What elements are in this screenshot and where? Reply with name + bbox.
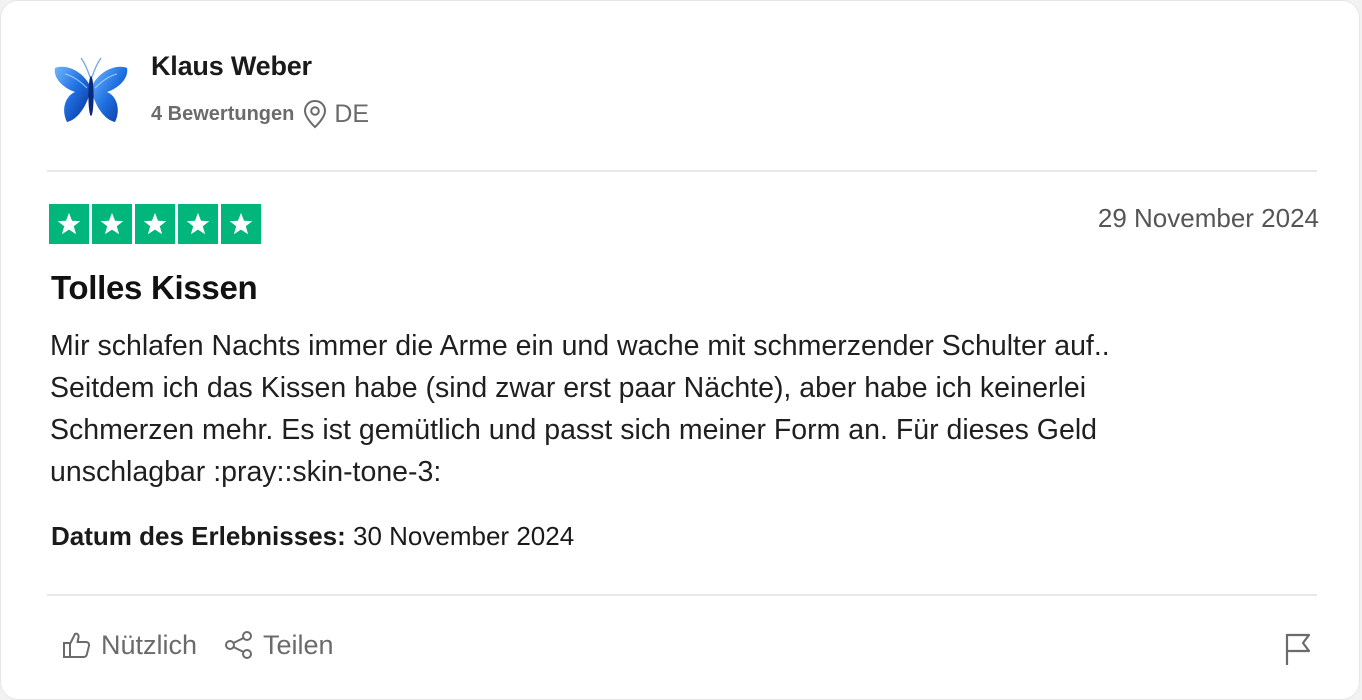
thumbs-up-icon — [61, 629, 93, 661]
review-actions: Nützlich Teilen — [61, 629, 360, 661]
review-count: 4 Bewertungen — [151, 102, 295, 125]
star-rating — [49, 204, 261, 244]
review-title: Tolles Kissen — [51, 269, 258, 306]
review-body: Mir schlafen Nachts immer die Arme ein u… — [50, 330, 1110, 488]
useful-label: Nützlich — [101, 629, 198, 660]
share-label: Teilen — [263, 629, 334, 660]
divider — [47, 594, 1317, 596]
experience-date-value: 30 November 2024 — [353, 521, 575, 551]
star-icon — [221, 204, 261, 244]
star-icon — [135, 204, 175, 244]
share-icon — [223, 629, 255, 661]
star-icon — [178, 204, 218, 244]
review-date: 29 November 2024 — [1097, 203, 1319, 233]
reviewer-meta: 4 Bewertungen DE — [151, 97, 369, 131]
experience-date-label: Datum des Erlebnisses: — [51, 521, 346, 551]
reviewer-country: DE — [334, 99, 370, 128]
useful-button[interactable]: Nützlich — [61, 629, 197, 661]
divider — [47, 170, 1317, 172]
share-button[interactable]: Teilen — [223, 629, 334, 661]
location-pin-icon — [302, 99, 328, 129]
reviewer-name[interactable]: Klaus Weber — [151, 51, 312, 82]
butterfly-icon — [51, 56, 131, 130]
star-icon — [49, 204, 89, 244]
star-icon — [92, 204, 132, 244]
experience-date: Datum des Erlebnisses: 30 November 2024 — [51, 521, 574, 552]
review-card: Klaus Weber 4 Bewertungen DE 29 November… — [0, 0, 1360, 700]
flag-icon[interactable] — [1283, 631, 1313, 667]
